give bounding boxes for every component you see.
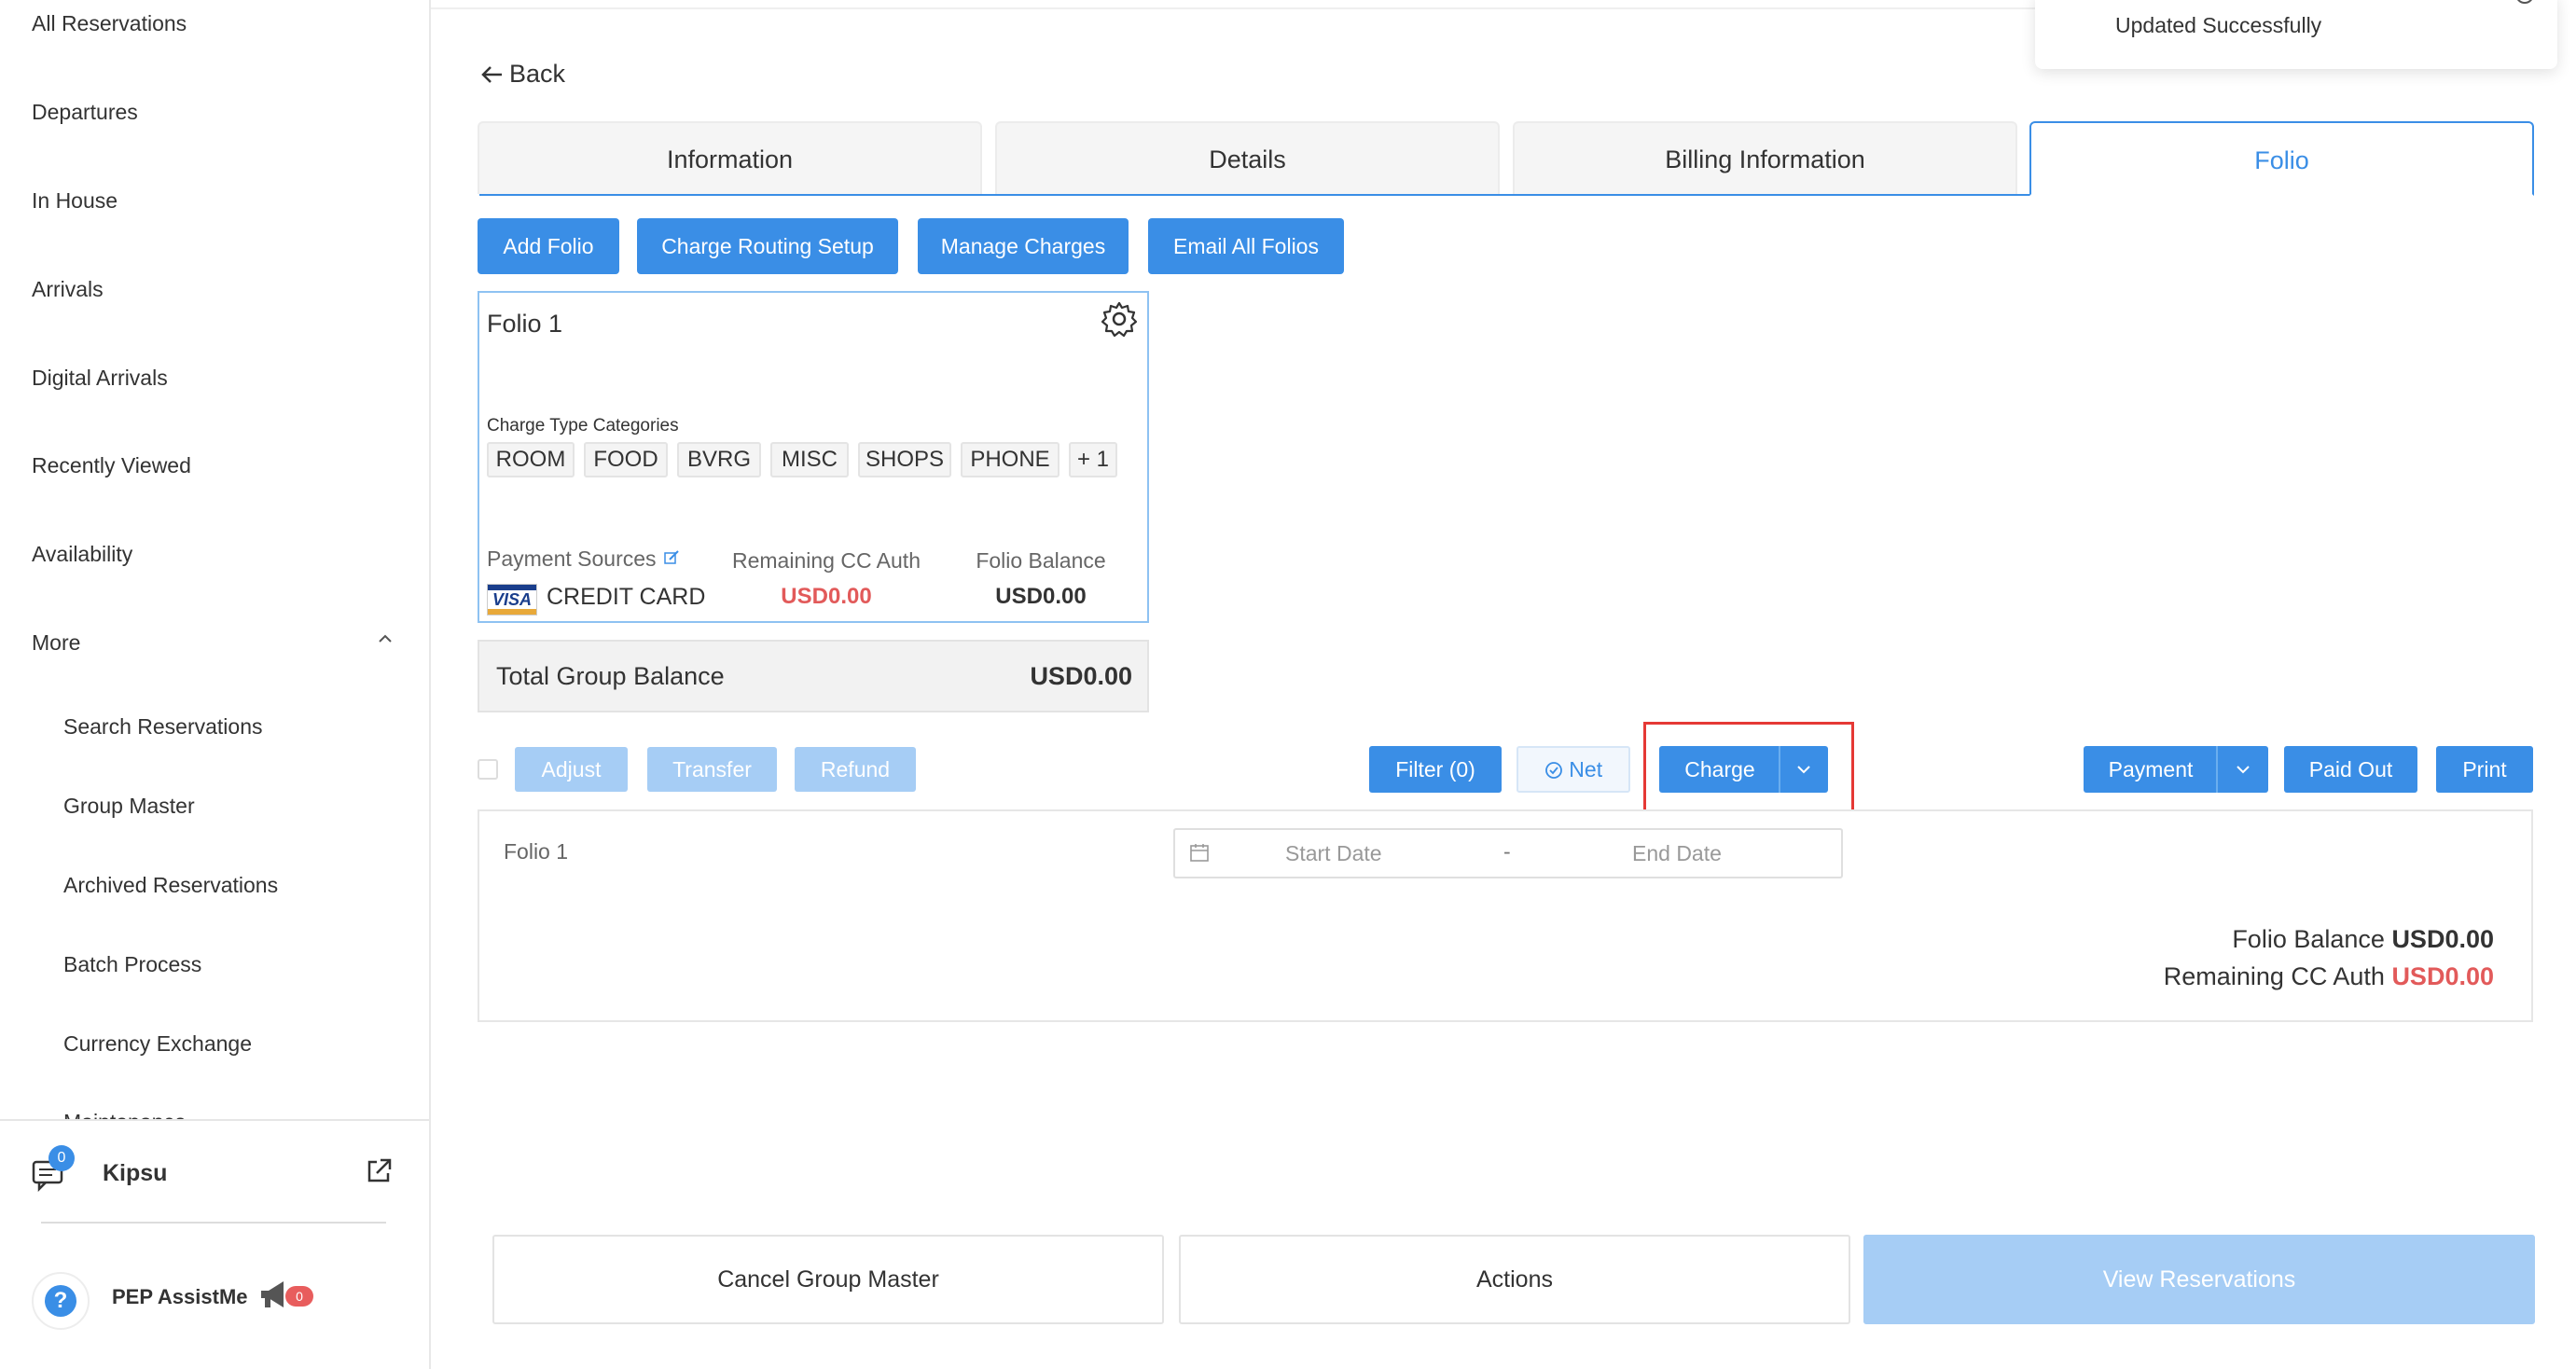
print-button[interactable]: Print [2436, 746, 2533, 793]
back-label: Back [509, 60, 566, 88]
sidebar: All Reservations Departures In House Arr… [0, 0, 431, 1369]
remaining-cc-auth-label: Remaining CC Auth [732, 548, 921, 573]
email-all-folios-button[interactable]: Email All Folios [1148, 218, 1344, 274]
panel-remaining-cc-value: USD0.00 [2391, 962, 2494, 990]
external-link-icon[interactable] [364, 1156, 394, 1186]
divider [41, 1222, 386, 1224]
sidebar-item-digital-arrivals[interactable]: Digital Arrivals [32, 366, 168, 391]
gear-icon[interactable] [1101, 300, 1138, 338]
end-date-input[interactable]: End Date [1632, 841, 1722, 866]
actions-button[interactable]: Actions [1179, 1235, 1850, 1324]
back-button[interactable]: Back [479, 60, 565, 89]
category-chip: MISC [770, 442, 849, 477]
payment-source-type: CREDIT CARD [547, 584, 706, 610]
folio-balance-label: Folio Balance [976, 548, 1106, 573]
panel-folio-balance-value: USD0.00 [2391, 925, 2494, 953]
charge-type-categories-label: Charge Type Categories [487, 416, 679, 436]
category-chip: PHONE [961, 442, 1059, 477]
tab-folio[interactable]: Folio [2029, 121, 2534, 196]
card-brand: VISA [492, 590, 532, 609]
panel-folio-balance: Folio Balance USD0.00 [2232, 925, 2494, 954]
pep-assistme-label[interactable]: PEP AssistMe [112, 1285, 248, 1309]
edit-icon[interactable] [664, 550, 679, 565]
tab-information[interactable]: Information [478, 121, 982, 194]
category-chip: BVRG [677, 442, 761, 477]
highlight-box [1643, 722, 1854, 817]
tab-billing-information[interactable]: Billing Information [1513, 121, 2017, 194]
total-group-balance-value: USD0.00 [1030, 662, 1132, 690]
panel-remaining-cc-auth: Remaining CC Auth USD0.00 [2164, 962, 2494, 991]
help-button[interactable]: ? [32, 1272, 90, 1330]
chevron-up-icon[interactable] [377, 630, 394, 647]
sidebar-item-recently-viewed[interactable]: Recently Viewed [32, 453, 191, 478]
panel-folio-label: Folio 1 [504, 839, 569, 864]
sidebar-item-batch-process[interactable]: Batch Process [63, 952, 201, 977]
charge-routing-setup-button[interactable]: Charge Routing Setup [637, 218, 898, 274]
refund-button[interactable]: Refund [795, 747, 916, 792]
arrow-left-icon [481, 65, 502, 83]
sidebar-item-search-reservations[interactable]: Search Reservations [63, 714, 263, 740]
payment-button[interactable]: Payment [2084, 746, 2218, 793]
manage-charges-button[interactable]: Manage Charges [918, 218, 1129, 274]
tab-details[interactable]: Details [995, 121, 1500, 194]
toast-message: Updated Successfully [2115, 13, 2322, 37]
sidebar-item-more[interactable]: More [32, 630, 80, 656]
toast-close-icon[interactable] [2513, 0, 2537, 6]
kipsu-badge: 0 [48, 1145, 75, 1171]
check-circle-icon [1545, 762, 1562, 779]
net-label: Net [1569, 757, 1603, 781]
category-more-chip[interactable]: + 1 [1069, 442, 1117, 477]
sidebar-item-currency-exchange[interactable]: Currency Exchange [63, 1031, 252, 1057]
transfer-button[interactable]: Transfer [647, 747, 777, 792]
adjust-button[interactable]: Adjust [515, 747, 628, 792]
calendar-icon [1190, 844, 1209, 862]
view-reservations-button[interactable]: View Reservations [1863, 1235, 2535, 1324]
start-date-input[interactable]: Start Date [1285, 841, 1382, 866]
filter-button[interactable]: Filter (0) [1369, 746, 1502, 793]
date-range-picker[interactable]: Start Date - End Date [1173, 828, 1843, 878]
payment-sources-label: Payment Sources [487, 546, 657, 571]
folio-detail-panel: Folio 1 Start Date - End Date Folio Bala… [478, 809, 2533, 1022]
visa-card-icon: VISA [487, 584, 537, 615]
toast-notification: Updated Successfully [2035, 0, 2557, 69]
cancel-group-master-button[interactable]: Cancel Group Master [492, 1235, 1164, 1324]
panel-remaining-cc-label: Remaining CC Auth [2163, 962, 2385, 990]
folio-card[interactable]: Folio 1 Charge Type Categories ROOM FOOD… [478, 291, 1149, 623]
notification-badge: 0 [285, 1286, 313, 1307]
folio-balance-value: USD0.00 [995, 584, 1087, 609]
select-all-checkbox[interactable] [478, 759, 498, 780]
folio-title: Folio 1 [487, 310, 563, 338]
panel-folio-balance-label: Folio Balance [2232, 925, 2385, 953]
date-separator: - [1503, 839, 1511, 864]
sidebar-item-archived-reservations[interactable]: Archived Reservations [63, 873, 278, 898]
payment-dropdown-button[interactable] [2218, 746, 2268, 793]
sidebar-item-arrivals[interactable]: Arrivals [32, 277, 104, 302]
sidebar-item-group-master[interactable]: Group Master [63, 794, 195, 819]
category-chip: SHOPS [858, 442, 951, 477]
top-divider [431, 7, 2035, 9]
total-group-balance: Total Group Balance USD0.00 [478, 640, 1149, 712]
sidebar-item-availability[interactable]: Availability [32, 542, 132, 567]
help-icon: ? [45, 1285, 76, 1317]
sidebar-item-all-reservations[interactable]: All Reservations [32, 11, 187, 36]
paid-out-button[interactable]: Paid Out [2284, 746, 2417, 793]
net-toggle[interactable]: Net [1517, 746, 1630, 793]
kipsu-label: Kipsu [103, 1160, 168, 1186]
sidebar-item-departures[interactable]: Departures [32, 100, 138, 125]
category-chip: ROOM [487, 442, 575, 477]
total-group-balance-label: Total Group Balance [496, 662, 725, 690]
category-chip: FOOD [584, 442, 668, 477]
sidebar-item-in-house[interactable]: In House [32, 188, 118, 214]
remaining-cc-auth-value: USD0.00 [781, 584, 872, 609]
chevron-down-icon [2237, 766, 2250, 774]
add-folio-button[interactable]: Add Folio [478, 218, 619, 274]
